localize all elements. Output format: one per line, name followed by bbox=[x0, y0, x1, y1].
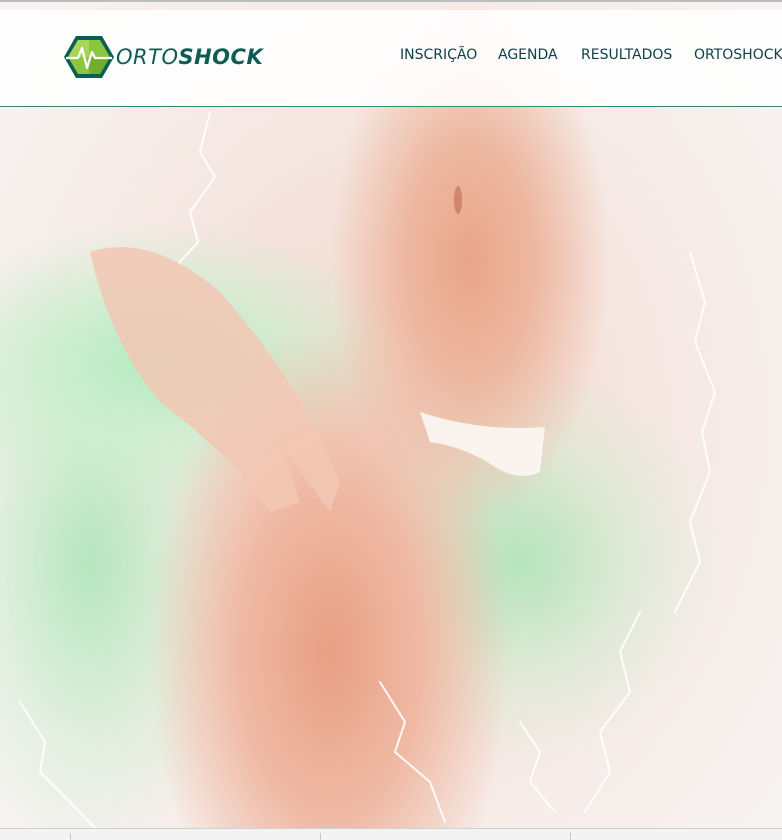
nav-item-inscricao[interactable]: INSCRIÇÃO bbox=[400, 47, 498, 63]
divider bbox=[570, 833, 571, 840]
brand-name-bold: SHOCK bbox=[178, 45, 264, 69]
site-header: ORTOSHOCK INSCRIÇÃO AGENDA RESULTADOS OR… bbox=[0, 10, 782, 107]
bottom-strip bbox=[0, 828, 782, 840]
lightning-bolt bbox=[519, 721, 556, 813]
hexagon-logo-icon bbox=[64, 36, 114, 78]
hero-image bbox=[0, 2, 782, 828]
lightning-bolt bbox=[584, 611, 641, 813]
divider bbox=[70, 833, 71, 840]
navel bbox=[454, 186, 462, 214]
divider bbox=[320, 833, 321, 840]
logo[interactable]: ORTOSHOCK bbox=[64, 34, 263, 80]
lightning-bolt bbox=[177, 111, 217, 265]
brand-name-light: ORTO bbox=[116, 45, 179, 69]
lightning-bolt bbox=[379, 681, 446, 823]
lightning-bolt bbox=[19, 701, 96, 828]
hand-shape bbox=[90, 247, 340, 512]
garment bbox=[420, 412, 545, 476]
nav-item-ortoshock[interactable]: ORTOSHOCK® bbox=[694, 47, 782, 63]
lightning-bolt bbox=[674, 251, 717, 613]
nav-item-agenda[interactable]: AGENDA bbox=[498, 47, 581, 63]
main-nav: INSCRIÇÃO AGENDA RESULTADOS ORTOSHOCK® bbox=[400, 47, 782, 63]
lightning-effects bbox=[19, 111, 717, 828]
page: ORTOSHOCK INSCRIÇÃO AGENDA RESULTADOS OR… bbox=[0, 0, 782, 840]
nav-item-resultados[interactable]: RESULTADOS bbox=[581, 47, 694, 63]
brand-name: ORTOSHOCK bbox=[116, 45, 263, 69]
